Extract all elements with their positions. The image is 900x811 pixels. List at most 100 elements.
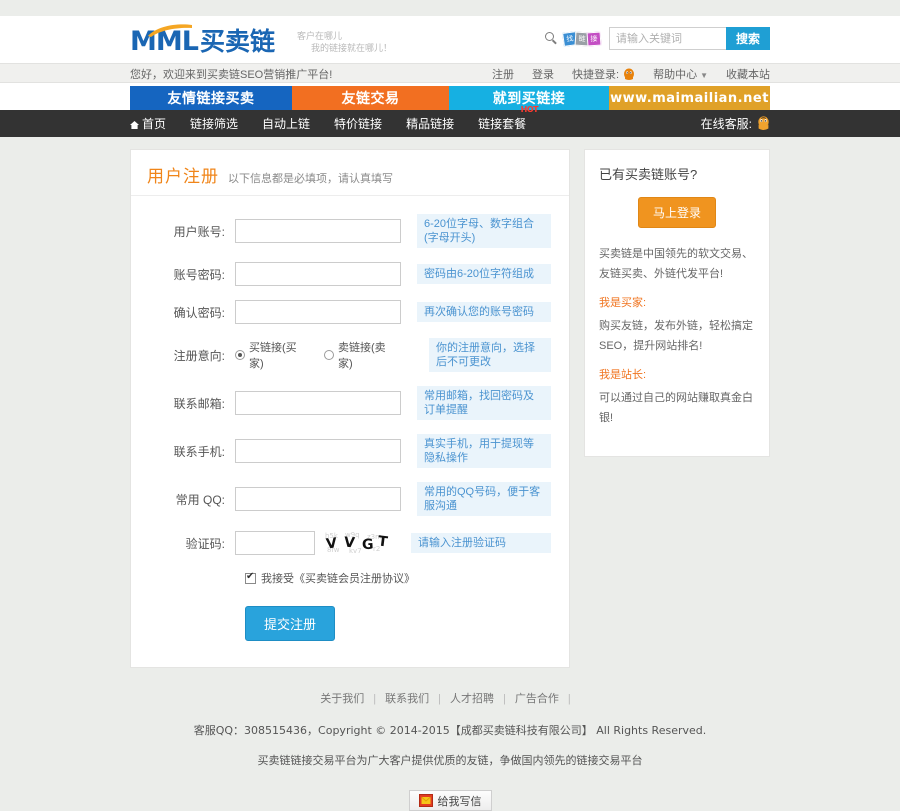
nav-label-home: 首页 — [142, 117, 167, 131]
nav-item-link-package[interactable]: 链接套餐 HOT — [478, 105, 539, 132]
radio-dot-seller[interactable] — [324, 350, 334, 360]
footer-sep-3: | — [503, 693, 506, 705]
agreement-checkbox[interactable] — [245, 571, 256, 584]
main-content: 用户注册 以下信息都是必填项，请认真填写 用户账号: 6-20位字母、数字组合(… — [130, 137, 770, 668]
nav-label-link-package: 链接套餐 — [478, 117, 527, 131]
panel-header: 用户注册 以下信息都是必填项，请认真填写 — [131, 150, 569, 196]
hint-username: 6-20位字母、数字组合(字母开头) — [417, 214, 551, 248]
nav-label-link-filter: 链接筛选 — [190, 117, 239, 131]
banner-segment-1: 友情链接买卖 — [130, 86, 292, 110]
radio-label-seller: 卖链接(卖家) — [338, 342, 386, 370]
svg-text:V: V — [343, 535, 355, 552]
nav-item-auto-link[interactable]: 自动上链 — [262, 115, 310, 132]
hint-confirm-password: 再次确认您的账号密码 — [417, 302, 551, 322]
registration-panel: 用户注册 以下信息都是必填项，请认真填写 用户账号: 6-20位字母、数字组合(… — [130, 149, 570, 668]
submit-register-button[interactable]: 提交注册 — [245, 606, 336, 641]
footer-sep-2: | — [438, 693, 441, 705]
sidebar-webmaster-heading: 我是站长: — [599, 369, 647, 381]
tile-3: 接 — [586, 31, 602, 46]
promo-banner: 友情链接买卖 友链交易 就到买链接 www.maimailian.net — [130, 86, 770, 110]
field-row-confirm-password: 确认密码: 再次确认您的账号密码 — [131, 300, 569, 324]
field-row-mobile: 联系手机: 真实手机，用于提现等隐私操作 — [131, 434, 569, 468]
logo-chinese-text: 买卖链 — [199, 28, 275, 56]
label-qq: 常用 QQ: — [175, 492, 225, 507]
header-search-area: 找 链 接 搜索 — [545, 27, 770, 50]
favorite-site-link[interactable]: 收藏本站 — [726, 66, 770, 82]
hint-captcha: 请输入注册验证码 — [411, 533, 551, 553]
quick-login-label: 快捷登录: — [572, 69, 620, 81]
password-input[interactable] — [235, 262, 401, 286]
tagline-line-2: 我的链接就在哪儿！ — [310, 42, 392, 53]
tagline-line-1: 客户在哪儿 — [296, 30, 342, 41]
svg-text:V: V — [325, 535, 338, 552]
sidebar-buyer-text: 购买友链，发布外链，轻松搞定SEO，提升网站排名! — [599, 320, 753, 352]
page-title: 用户注册 — [147, 167, 219, 186]
welcome-text: 您好，欢迎来到买卖链SEO营销推广平台! — [130, 69, 333, 81]
write-to-me-label: 给我写信 — [437, 795, 482, 808]
radio-option-buyer[interactable]: 买链接(买家) — [235, 339, 310, 371]
login-now-button[interactable]: 马上登录 — [638, 197, 716, 228]
field-row-username: 用户账号: 6-20位字母、数字组合(字母开头) — [131, 214, 569, 248]
agreement-row: 我接受《买卖链会员注册协议》 — [245, 570, 569, 586]
field-row-qq: 常用 QQ: 常用的QQ号码，便于客服沟通 — [131, 482, 569, 516]
write-to-me-button[interactable]: 给我写信 — [408, 790, 492, 811]
label-confirm-password: 确认密码: — [173, 305, 225, 320]
envelope-icon — [418, 794, 433, 807]
field-row-email: 联系邮箱: 常用邮箱，找回密码及订单提醒 — [131, 386, 569, 420]
username-input[interactable] — [235, 219, 401, 243]
chevron-down-icon: ▼ — [700, 71, 708, 80]
label-username: 用户账号: — [173, 224, 225, 239]
hint-mobile: 真实手机，用于提现等隐私操作 — [417, 434, 551, 468]
radio-label-buyer: 买链接(买家) — [249, 342, 297, 370]
field-row-captcha: 验证码: h5k w9q z3m 8fw kv7 r2 V V G T 请输入注… — [131, 530, 569, 556]
sidebar-title: 已有买卖链账号? — [599, 167, 698, 182]
captcha-image[interactable]: h5k w9q z3m 8fw kv7 r2 V V G T — [323, 530, 395, 556]
online-service[interactable]: 在线客服: — [701, 115, 770, 132]
help-center-link[interactable]: 帮助中心 ▼ — [653, 66, 708, 82]
footer-links: 关于我们 | 联系我们 | 人才招聘 | 广告合作 | — [130, 690, 770, 706]
search-input[interactable] — [609, 27, 727, 50]
radio-option-seller[interactable]: 卖链接(卖家) — [324, 339, 399, 371]
mobile-input[interactable] — [235, 439, 401, 463]
label-password: 账号密码: — [173, 267, 225, 282]
label-email: 联系邮箱: — [173, 396, 225, 411]
radio-dot-buyer[interactable] — [235, 350, 245, 360]
register-link[interactable]: 注册 — [492, 66, 514, 82]
field-row-password: 账号密码: 密码由6-20位字符组成 — [131, 262, 569, 286]
captcha-input[interactable] — [235, 531, 315, 555]
confirm-password-input[interactable] — [235, 300, 401, 324]
nav-item-premium-link[interactable]: 精品链接 — [406, 115, 454, 132]
search-button[interactable]: 搜索 — [726, 27, 770, 50]
sidebar-webmaster-text: 可以通过自己的网站赚取真金白银! — [599, 392, 753, 424]
nav-label-premium-link: 精品链接 — [406, 117, 455, 131]
site-logo[interactable]: MML 买卖链 — [130, 24, 275, 55]
label-mobile: 联系手机: — [173, 444, 225, 459]
nav-item-special-price-link[interactable]: 特价链接 — [334, 115, 382, 132]
footer-link-contact[interactable]: 联系我们 — [385, 693, 429, 705]
banner-segment-4: www.maimailian.net — [609, 86, 770, 110]
nav-label-special-price-link: 特价链接 — [334, 117, 383, 131]
main-navigation: 首页 链接筛选 自动上链 特价链接 精品链接 链接套餐 HOT 在线客服: — [0, 105, 900, 137]
page-subtitle: 以下信息都是必填项，请认真填写 — [228, 173, 393, 185]
login-link[interactable]: 登录 — [532, 66, 554, 82]
footer-link-jobs[interactable]: 人才招聘 — [450, 693, 494, 705]
qq-input[interactable] — [235, 487, 401, 511]
footer-link-ads[interactable]: 广告合作 — [515, 693, 559, 705]
footer-sep-4: | — [567, 693, 571, 705]
email-input[interactable] — [235, 391, 401, 415]
logo-latin-text: MML — [130, 26, 199, 57]
hot-badge: HOT — [520, 105, 539, 114]
nav-item-link-filter[interactable]: 链接筛选 — [190, 115, 238, 132]
nav-label-auto-link: 自动上链 — [262, 117, 311, 131]
site-footer: 关于我们 | 联系我们 | 人才招聘 | 广告合作 | 客服QQ：308515436，Copy… — [130, 668, 770, 811]
search-icon — [545, 31, 559, 46]
site-tagline: 客户在哪儿 我的链接就在哪儿！ — [297, 26, 392, 54]
hint-intent: 你的注册意向，选择后不可更改 — [429, 338, 551, 372]
footer-link-about[interactable]: 关于我们 — [320, 693, 364, 705]
online-service-qq-icon[interactable] — [757, 116, 770, 131]
nav-item-home[interactable]: 首页 — [130, 115, 166, 132]
agreement-text[interactable]: 我接受《买卖链会员注册协议》 — [261, 570, 415, 586]
online-service-label: 在线客服: — [700, 117, 752, 131]
home-icon — [130, 118, 139, 129]
qq-login-icon[interactable] — [623, 68, 635, 81]
